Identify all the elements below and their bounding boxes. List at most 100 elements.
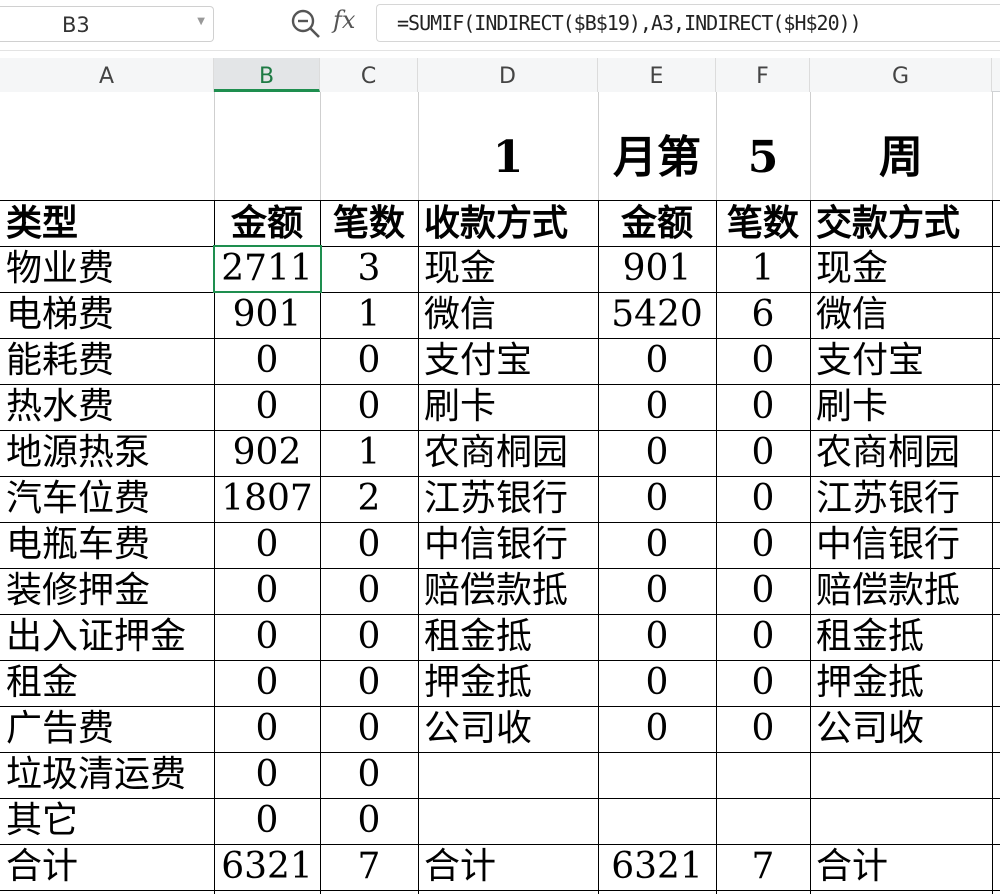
- table-cell-a[interactable]: 电梯费: [0, 292, 214, 338]
- table-cell-d[interactable]: 刷卡: [418, 384, 598, 430]
- table-cell-b[interactable]: 0: [214, 384, 320, 430]
- column-header-e[interactable]: E: [598, 58, 716, 92]
- table-cell-c[interactable]: 0: [320, 384, 418, 430]
- table-cell-f[interactable]: 0: [716, 522, 810, 568]
- table-cell-f[interactable]: 0: [716, 614, 810, 660]
- title-month-label[interactable]: 月第: [598, 118, 716, 198]
- table-cell-a[interactable]: 广告费: [0, 706, 214, 752]
- table-cell-c[interactable]: 0: [320, 660, 418, 706]
- table-cell-d[interactable]: 农商桐园: [418, 430, 598, 476]
- table-cell-a[interactable]: 合计: [0, 844, 214, 890]
- table-cell-c[interactable]: 0: [320, 568, 418, 614]
- table-cell-d[interactable]: [418, 752, 598, 798]
- table-cell-b[interactable]: 0: [214, 522, 320, 568]
- table-cell-a[interactable]: 垃圾清运费: [0, 752, 214, 798]
- table-cell-d[interactable]: 现金: [418, 246, 598, 292]
- table-cell-a[interactable]: 地源热泵: [0, 430, 214, 476]
- table-cell-f[interactable]: 7: [716, 844, 810, 890]
- table-cell-f[interactable]: 0: [716, 660, 810, 706]
- header-amount-2[interactable]: 金额: [598, 200, 716, 246]
- table-cell-a[interactable]: 租金: [0, 660, 214, 706]
- table-cell-d[interactable]: 公司收: [418, 706, 598, 752]
- table-cell-b[interactable]: 0: [214, 338, 320, 384]
- table-cell-c[interactable]: 1: [320, 292, 418, 338]
- table-cell-f[interactable]: 0: [716, 384, 810, 430]
- header-payment-method[interactable]: 收款方式: [418, 200, 598, 246]
- table-cell-b[interactable]: 902: [214, 430, 320, 476]
- table-cell-c[interactable]: 7: [320, 844, 418, 890]
- table-cell-g[interactable]: 微信: [810, 292, 992, 338]
- table-cell-c[interactable]: 0: [320, 752, 418, 798]
- table-cell-e[interactable]: 0: [598, 338, 716, 384]
- table-cell-g[interactable]: 合计: [810, 844, 992, 890]
- table-cell-b[interactable]: 0: [214, 752, 320, 798]
- table-cell-g[interactable]: [810, 798, 992, 844]
- table-cell-e[interactable]: 0: [598, 568, 716, 614]
- table-cell-g[interactable]: 公司收: [810, 706, 992, 752]
- table-cell-g[interactable]: 江苏银行: [810, 476, 992, 522]
- table-cell-e[interactable]: 901: [598, 246, 716, 292]
- table-cell-b[interactable]: 0: [214, 568, 320, 614]
- table-cell-e[interactable]: 6321: [598, 844, 716, 890]
- insert-function-button[interactable]: fx: [333, 6, 355, 34]
- table-cell-e[interactable]: [598, 752, 716, 798]
- table-cell-e[interactable]: 5420: [598, 292, 716, 338]
- table-cell-e[interactable]: 0: [598, 614, 716, 660]
- table-cell-e[interactable]: 0: [598, 476, 716, 522]
- table-cell-e[interactable]: 0: [598, 384, 716, 430]
- table-cell-a[interactable]: 出入证押金: [0, 614, 214, 660]
- header-count[interactable]: 笔数: [320, 200, 418, 246]
- table-cell-f[interactable]: 6: [716, 292, 810, 338]
- table-cell-a[interactable]: 装修押金: [0, 568, 214, 614]
- table-cell-g[interactable]: 农商桐园: [810, 430, 992, 476]
- table-cell-d[interactable]: 赔偿款抵: [418, 568, 598, 614]
- title-week-label[interactable]: 周: [810, 118, 992, 198]
- table-cell-b[interactable]: 1807: [214, 476, 320, 522]
- table-cell-e[interactable]: 0: [598, 522, 716, 568]
- title-week-number[interactable]: 5: [716, 118, 810, 198]
- table-cell-c[interactable]: 2: [320, 476, 418, 522]
- column-header-d[interactable]: D: [418, 58, 598, 92]
- table-cell-c[interactable]: 0: [320, 798, 418, 844]
- column-header-c[interactable]: C: [320, 58, 418, 92]
- header-type[interactable]: 类型: [0, 200, 214, 246]
- column-header-a[interactable]: A: [0, 58, 214, 92]
- table-cell-e[interactable]: [598, 798, 716, 844]
- table-cell-d[interactable]: 中信银行: [418, 522, 598, 568]
- table-cell-f[interactable]: 0: [716, 476, 810, 522]
- header-deposit-method[interactable]: 交款方式: [810, 200, 992, 246]
- table-cell-g[interactable]: 赔偿款抵: [810, 568, 992, 614]
- table-cell-g[interactable]: [810, 752, 992, 798]
- table-cell-f[interactable]: 1: [716, 246, 810, 292]
- table-cell-f[interactable]: [716, 798, 810, 844]
- table-cell-b[interactable]: 901: [214, 292, 320, 338]
- table-cell-c[interactable]: 1: [320, 430, 418, 476]
- table-cell-g[interactable]: 支付宝: [810, 338, 992, 384]
- header-count-2[interactable]: 笔数: [716, 200, 810, 246]
- table-cell-b[interactable]: 0: [214, 798, 320, 844]
- table-cell-d[interactable]: 押金抵: [418, 660, 598, 706]
- name-box[interactable]: B3 ▼: [0, 6, 214, 42]
- header-amount[interactable]: 金额: [214, 200, 320, 246]
- table-cell-d[interactable]: [418, 798, 598, 844]
- table-cell-a[interactable]: 电瓶车费: [0, 522, 214, 568]
- table-cell-e[interactable]: 0: [598, 706, 716, 752]
- table-cell-f[interactable]: [716, 752, 810, 798]
- table-cell-d[interactable]: 支付宝: [418, 338, 598, 384]
- table-cell-d[interactable]: 微信: [418, 292, 598, 338]
- table-cell-f[interactable]: 0: [716, 338, 810, 384]
- table-cell-c[interactable]: 0: [320, 614, 418, 660]
- table-cell-g[interactable]: 刷卡: [810, 384, 992, 430]
- table-cell-f[interactable]: 0: [716, 568, 810, 614]
- column-header-f[interactable]: F: [716, 58, 810, 92]
- table-cell-g[interactable]: 中信银行: [810, 522, 992, 568]
- table-cell-f[interactable]: 0: [716, 706, 810, 752]
- column-header-b[interactable]: B: [214, 58, 320, 92]
- table-cell-g[interactable]: 押金抵: [810, 660, 992, 706]
- table-cell-a[interactable]: 能耗费: [0, 338, 214, 384]
- table-cell-d[interactable]: 江苏银行: [418, 476, 598, 522]
- table-cell-c[interactable]: 0: [320, 338, 418, 384]
- table-cell-d[interactable]: 租金抵: [418, 614, 598, 660]
- table-cell-e[interactable]: 0: [598, 660, 716, 706]
- table-cell-a[interactable]: 汽车位费: [0, 476, 214, 522]
